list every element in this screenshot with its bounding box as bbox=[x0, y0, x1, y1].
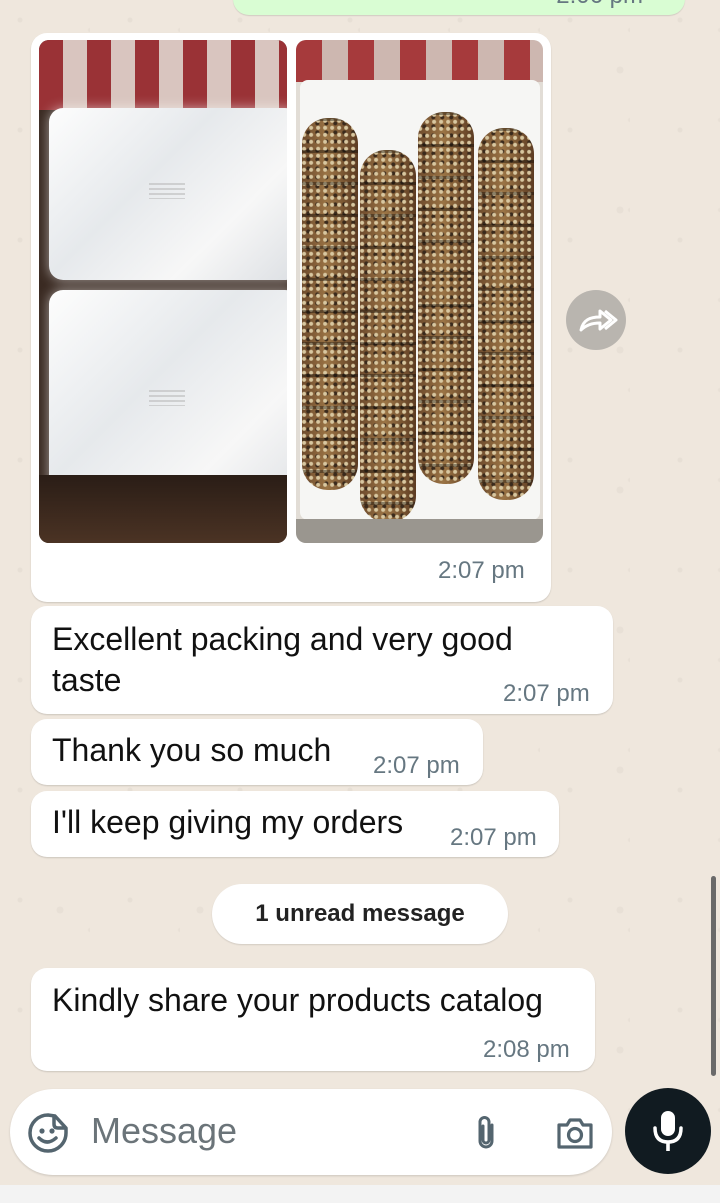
dry-fruit-roll-row bbox=[478, 128, 534, 500]
photo-floor bbox=[296, 519, 543, 543]
voice-message-button[interactable] bbox=[625, 1088, 711, 1174]
forward-icon bbox=[579, 309, 618, 332]
message-time: 2:06 pm bbox=[556, 0, 643, 10]
photo-background bbox=[296, 40, 543, 82]
incoming-message[interactable]: I'll keep giving my orders 2:07 pm bbox=[31, 791, 559, 857]
message-composer[interactable]: Message bbox=[10, 1089, 612, 1175]
camera-icon[interactable] bbox=[555, 1113, 595, 1153]
bubble-wrapped-box bbox=[49, 108, 287, 280]
sticker-emoji-icon[interactable] bbox=[27, 1112, 69, 1154]
photo-packaged-boxes[interactable] bbox=[39, 40, 287, 543]
dry-fruit-roll-row bbox=[302, 118, 358, 490]
dry-fruit-roll-row bbox=[418, 112, 474, 484]
message-text: I'll keep giving my orders bbox=[52, 804, 404, 840]
microphone-icon bbox=[653, 1111, 683, 1151]
incoming-message[interactable]: Kindly share your products catalog 2:08 … bbox=[31, 968, 595, 1071]
outgoing-message-partial[interactable]: 2:06 pm bbox=[233, 0, 685, 15]
paperclip-icon[interactable] bbox=[472, 1113, 500, 1153]
message-text: Thank you so much bbox=[52, 732, 332, 768]
message-time: 2:07 pm bbox=[503, 680, 590, 707]
message-text: Kindly share your products catalog bbox=[52, 982, 543, 1018]
incoming-message[interactable]: Thank you so much 2:07 pm bbox=[31, 719, 483, 785]
unread-messages-divider: 1 unread message bbox=[212, 884, 508, 944]
photo-floor bbox=[39, 475, 287, 543]
message-input[interactable]: Message bbox=[91, 1110, 237, 1152]
photo-dry-fruit-rolls[interactable] bbox=[296, 40, 543, 543]
unread-label: 1 unread message bbox=[255, 900, 465, 927]
message-time: 2:07 pm bbox=[450, 824, 537, 851]
system-navigation-area bbox=[0, 1185, 720, 1203]
message-time: 2:07 pm bbox=[373, 752, 460, 779]
message-text: Excellent packing and very good taste bbox=[52, 621, 513, 698]
scrollbar[interactable] bbox=[711, 876, 716, 1076]
message-time: 2:08 pm bbox=[483, 1036, 570, 1063]
message-time: 2:07 pm bbox=[438, 557, 525, 584]
forward-button[interactable] bbox=[566, 290, 626, 350]
dry-fruit-roll-row bbox=[360, 150, 416, 522]
photo-background bbox=[39, 40, 287, 110]
incoming-message[interactable]: Excellent packing and very good taste 2:… bbox=[31, 606, 613, 714]
